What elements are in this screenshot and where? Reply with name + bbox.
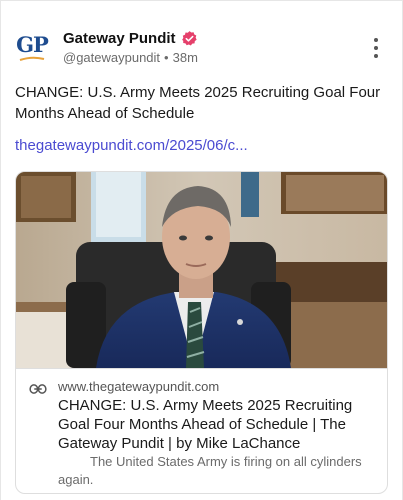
avatar-logo-text: GP xyxy=(16,32,49,57)
more-vertical-icon xyxy=(374,38,378,42)
link-preview-card[interactable]: www.thegatewaypundit.com CHANGE: U.S. Ar… xyxy=(15,171,388,494)
avatar[interactable]: GP xyxy=(14,32,50,68)
post-text: CHANGE: U.S. Army Meets 2025 Recruiting … xyxy=(15,84,381,122)
post-timestamp: 38m xyxy=(172,50,198,65)
link-card-description: The United States Army is firing on all … xyxy=(58,454,362,487)
verified-badge-icon xyxy=(181,31,197,46)
meta-separator: • xyxy=(164,50,169,65)
preview-image[interactable] xyxy=(16,172,388,368)
link-icon xyxy=(29,384,47,394)
author-handle[interactable]: @gatewaypundit xyxy=(63,50,160,65)
more-options-button[interactable] xyxy=(368,38,384,58)
more-vertical-icon-dot xyxy=(374,46,378,50)
more-vertical-icon-dot xyxy=(374,54,378,58)
link-card-body: www.thegatewaypundit.com CHANGE: U.S. Ar… xyxy=(16,368,387,493)
logo-swoosh-icon xyxy=(19,56,45,61)
author-display-name[interactable]: Gateway Pundit xyxy=(63,30,176,47)
link-card-title[interactable]: CHANGE: U.S. Army Meets 2025 Recruiting … xyxy=(58,396,380,453)
post-link[interactable]: thegatewaypundit.com/2025/06/c... xyxy=(15,137,248,154)
author-meta: @gatewaypundit • 38m xyxy=(63,50,198,65)
author-name-row: Gateway Pundit xyxy=(63,30,198,47)
link-card-domain: www.thegatewaypundit.com xyxy=(58,379,220,394)
